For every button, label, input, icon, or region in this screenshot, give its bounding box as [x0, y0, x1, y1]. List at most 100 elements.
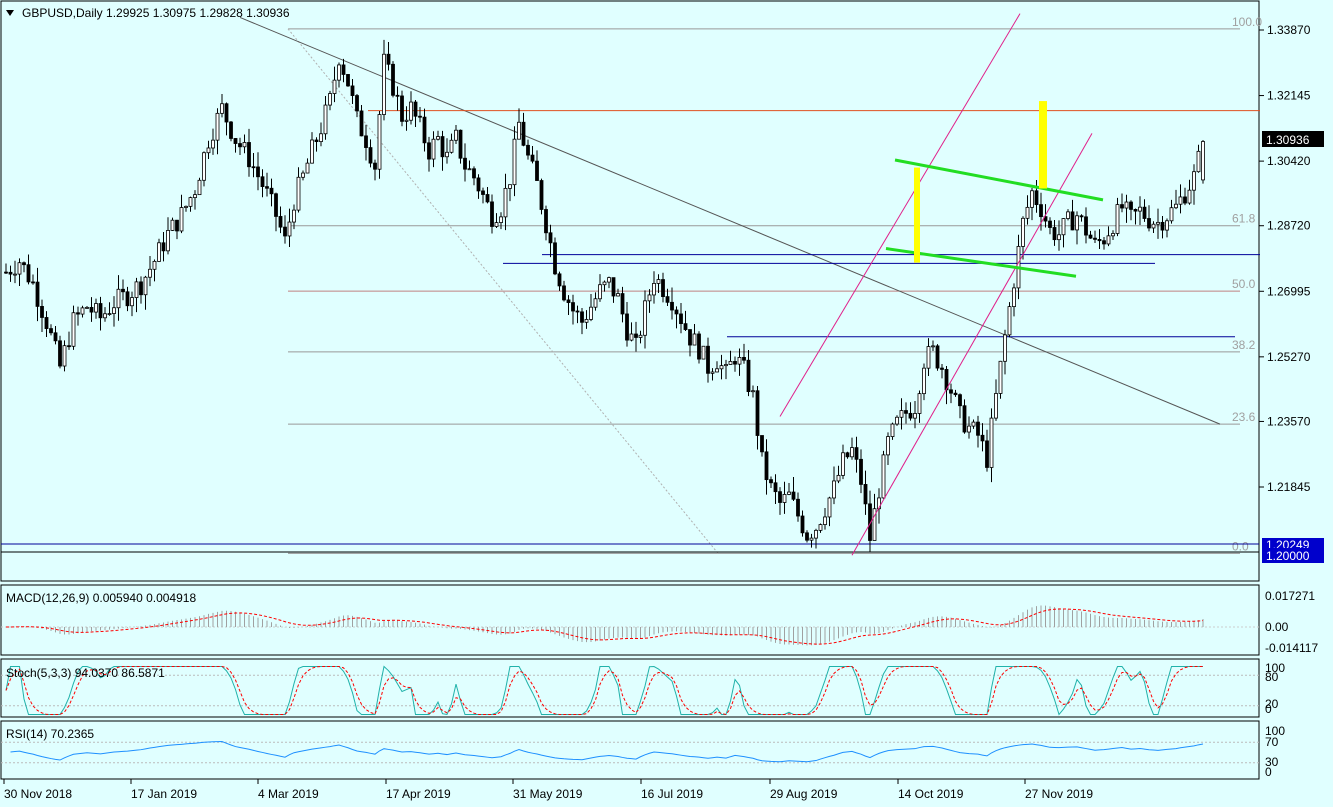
candle-body-101: [458, 129, 463, 159]
candle-body-156: [706, 345, 710, 374]
rsi-tick-0: 0: [1265, 765, 1272, 779]
candle-body-1: [8, 271, 13, 275]
chart-canvas[interactable]: 100.0 61.8 50.0 38.2 23.6 0.0 GBPUSD,Daily 1.…: [0, 0, 1333, 807]
candle-body-6: [31, 281, 35, 284]
candle-body-30: [139, 281, 143, 296]
candle-body-250: [1129, 201, 1133, 210]
candle-body-151: [683, 323, 688, 330]
fib-label-2: 50.0: [1232, 277, 1256, 291]
candle-body-109: [494, 222, 499, 227]
candle-body-29: [134, 281, 139, 298]
candle-body-118: [535, 160, 539, 181]
candle-body-88: [400, 95, 404, 122]
candle-body-102: [463, 157, 467, 170]
candle-body-57: [260, 176, 265, 187]
candle-body-62: [283, 226, 287, 237]
candle-body-14: [67, 345, 71, 348]
fib-label-5: 0.0: [1232, 539, 1249, 553]
candle-body-195: [881, 454, 886, 499]
candle-body-94: [427, 142, 431, 160]
candle-body-262: [1183, 196, 1187, 204]
candle-body-263: [1187, 189, 1192, 204]
candle-body-257: [1160, 221, 1165, 231]
candle-body-211: [953, 392, 958, 396]
candle-body-128: [580, 311, 584, 323]
candle-body-87: [395, 94, 400, 97]
flagpole-highlight-2: [1039, 101, 1047, 189]
candle-body-252: [1138, 206, 1142, 212]
candle-body-212: [958, 394, 962, 407]
candle-body-232: [1048, 220, 1052, 228]
macd-tick-zero: 0.00: [1265, 620, 1289, 634]
candle-body-131: [593, 298, 598, 308]
candle-body-45: [206, 147, 211, 154]
candle-body-247: [1115, 204, 1120, 234]
candle-body-137: [620, 293, 625, 315]
candle-body-214: [967, 425, 971, 433]
candle-body-146: [661, 279, 665, 298]
candle-body-74: [337, 64, 341, 81]
candle-body-77: [350, 85, 355, 96]
candle-body-2: [13, 273, 17, 276]
candle-body-249: [1124, 201, 1129, 209]
candle-body-153: [692, 333, 697, 346]
candle-body-81: [368, 147, 373, 164]
candle-body-236: [1066, 211, 1070, 219]
candle-body-84: [382, 53, 386, 115]
candle-body-23: [107, 313, 112, 315]
candle-body-202: [913, 413, 917, 419]
candle-body-178: [805, 532, 809, 541]
candle-body-24: [112, 307, 116, 314]
current-price-label: 1.30936: [1266, 133, 1310, 147]
candle-body-43: [197, 179, 202, 196]
stoch-tick-0: 0: [1265, 702, 1272, 716]
candle-body-237: [1070, 211, 1075, 231]
candle-body-161: [728, 361, 733, 365]
candle-body-168: [760, 435, 764, 453]
candle-body-70: [319, 133, 323, 143]
candle-body-166: [751, 390, 755, 393]
candle-body-254: [1147, 218, 1151, 229]
time-tick-label-2: 4 Mar 2019: [258, 787, 319, 801]
candle-body-226: [1021, 217, 1025, 247]
candle-body-228: [1030, 190, 1034, 208]
candle-body-73: [332, 79, 337, 94]
candle-body-53: [242, 142, 247, 148]
candle-body-111: [503, 187, 508, 218]
candle-body-124: [562, 285, 566, 301]
candle-body-last: [1201, 141, 1205, 181]
chart-window[interactable]: 100.0 61.8 50.0 38.2 23.6 0.0 GBPUSD,Daily 1.…: [0, 0, 1333, 807]
stoch-tick-80: 80: [1265, 670, 1279, 684]
candle-body-86: [391, 63, 395, 96]
candle-body-21: [98, 303, 103, 319]
stoch-label: Stoch(5,3,3) 94.0370 86.5871: [6, 666, 165, 680]
candle-body-141: [638, 334, 643, 338]
candle-body-59: [269, 187, 274, 195]
rsi-label: RSI(14) 70.2365: [6, 727, 94, 741]
candle-body-17: [80, 307, 85, 315]
candle-body-122: [553, 242, 557, 275]
candle-body-157: [710, 371, 715, 374]
candle-body-177: [800, 515, 805, 534]
time-tick-label-7: 14 Oct 2019: [898, 787, 964, 801]
candle-body-113: [512, 138, 517, 186]
candle-body-147: [665, 296, 670, 303]
candle-body-243: [1097, 238, 1102, 242]
macd-label: MACD(12,26,9) 0.005940 0.004918: [6, 591, 196, 605]
candle-body-220: [994, 393, 998, 419]
candle-body-9: [44, 317, 49, 329]
candle-body-172: [778, 491, 782, 503]
candle-body-28: [130, 297, 134, 307]
candle-body-4: [22, 262, 26, 266]
candle-body-35: [161, 242, 166, 252]
candle-body-80: [364, 135, 368, 148]
candle-body-50: [229, 121, 233, 139]
candle-body-41: [188, 197, 193, 207]
candle-body-79: [359, 110, 364, 137]
candle-body-116: [526, 144, 530, 156]
candle-body-234: [1057, 234, 1061, 241]
canvas-bg: [0, 0, 1333, 807]
candle-body-255: [1151, 223, 1156, 229]
candle-body-251: [1133, 209, 1138, 212]
candle-body-39: [179, 207, 184, 232]
